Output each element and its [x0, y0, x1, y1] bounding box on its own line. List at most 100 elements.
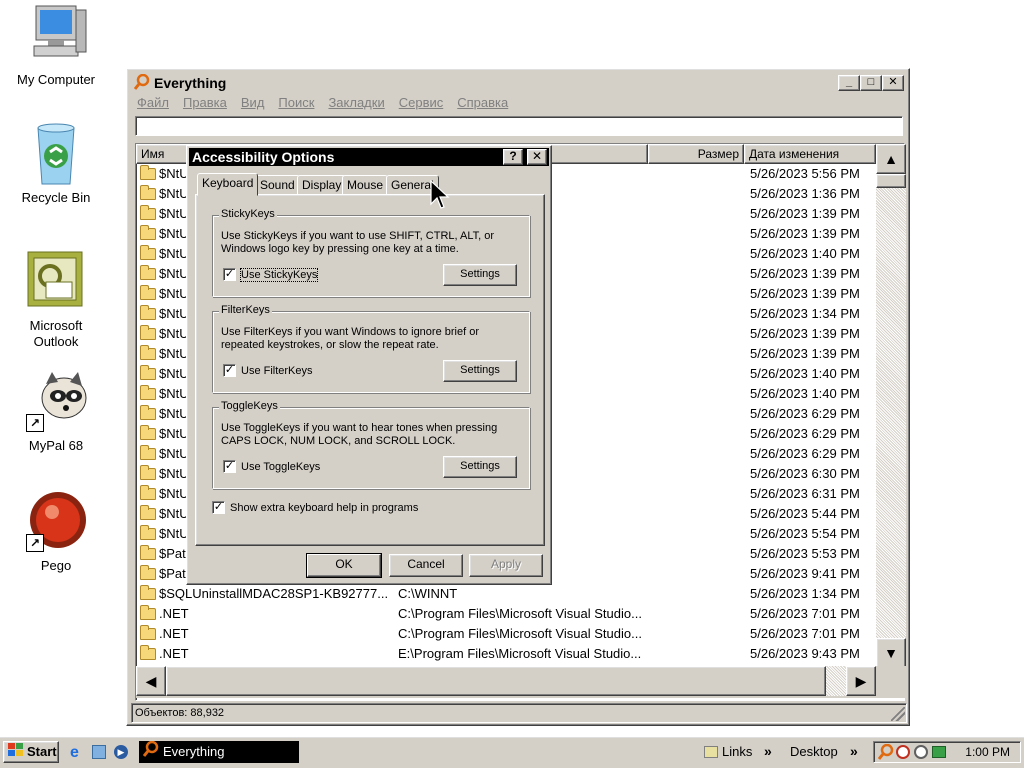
help-button[interactable]: ? — [503, 149, 523, 165]
table-row[interactable]: .NET C:\Program Files\Microsoft Visual St… — [136, 624, 876, 644]
folder-icon — [140, 445, 156, 460]
desktop-icon-label: Recycle Bin — [21, 190, 91, 205]
desktop-icon-label: My Computer — [16, 72, 96, 87]
use-stickykeys-checkbox[interactable]: ✓ Use StickyKeys — [223, 267, 319, 282]
row-name: .NET — [159, 626, 189, 641]
filterkeys-settings-button[interactable]: Settings — [443, 360, 517, 382]
use-togglekeys-label: Use ToggleKeys — [241, 460, 321, 473]
scroll-track[interactable] — [876, 188, 906, 638]
togglekeys-legend: ToggleKeys — [219, 400, 280, 412]
links-toolbar[interactable]: Links — [722, 744, 752, 759]
use-togglekeys-checkbox[interactable]: ✓ Use ToggleKeys — [223, 460, 320, 473]
togglekeys-description: Use ToggleKeys if you want to hear tones… — [221, 422, 498, 447]
row-date: 5/26/2023 1:39 PM — [750, 326, 860, 341]
stickykeys-settings-button[interactable]: Settings — [443, 264, 517, 286]
desktop-icon-pego[interactable]: ↗ Pego — [11, 490, 101, 574]
links-chevron-icon[interactable]: » — [764, 743, 772, 759]
menu-tools[interactable]: Сервис — [399, 95, 444, 110]
column-header-date[interactable]: Дата изменения — [744, 144, 876, 164]
row-name: $NtU — [159, 466, 189, 481]
row-name: $NtU — [159, 426, 189, 441]
scroll-down-button[interactable]: ▼ — [876, 638, 906, 668]
tab-display[interactable]: Display — [297, 175, 347, 195]
row-date: 5/26/2023 1:40 PM — [750, 366, 860, 381]
togglekeys-settings-button[interactable]: Settings — [443, 456, 517, 478]
ok-button[interactable]: OK — [307, 554, 381, 577]
checkbox-box[interactable]: ✓ — [212, 501, 225, 514]
vertical-scrollbar[interactable]: ▲ ▼ — [876, 144, 906, 668]
checkbox-box[interactable]: ✓ — [223, 364, 236, 377]
table-row[interactable]: .NET E:\Program Files\Microsoft Visual St… — [136, 644, 876, 664]
desktop-icon-mypal[interactable]: ↗ MyPal 68 — [11, 370, 101, 454]
apply-button[interactable]: Apply — [469, 554, 543, 577]
horizontal-scroll-track[interactable] — [826, 666, 846, 696]
desktop-chevron-icon[interactable]: » — [850, 743, 858, 759]
folder-icon — [140, 625, 156, 640]
outlook-icon — [24, 250, 88, 314]
start-button[interactable]: Start — [3, 741, 59, 763]
folder-icon — [140, 245, 156, 260]
tab-keyboard[interactable]: Keyboard — [197, 173, 259, 196]
title-bar[interactable]: Everything _ □ ✕ — [130, 72, 906, 94]
menu-help[interactable]: Справка — [457, 95, 508, 110]
row-name: $NtU — [159, 206, 189, 221]
desktop-toolbar[interactable]: Desktop — [790, 744, 838, 759]
folder-icon — [140, 645, 156, 660]
alarm-clock-tray-icon[interactable] — [896, 745, 910, 759]
folder-icon — [140, 605, 156, 620]
menu-bookmarks[interactable]: Закладки — [328, 95, 384, 110]
network-tray-icon[interactable] — [932, 746, 946, 758]
menu-search[interactable]: Поиск — [278, 95, 314, 110]
desktop-icon-label: Pego — [40, 558, 72, 573]
alarm-clock-2-tray-icon[interactable] — [914, 745, 928, 759]
menu-view[interactable]: Вид — [241, 95, 265, 110]
links-toolbar-icon — [704, 746, 718, 758]
horizontal-scroll-thumb[interactable] — [166, 666, 826, 696]
horizontal-scrollbar[interactable]: ◀ ▶ — [136, 666, 906, 698]
use-filterkeys-checkbox[interactable]: ✓ Use FilterKeys — [223, 364, 313, 377]
media-player-quicklaunch-icon[interactable]: ▶ — [114, 745, 128, 759]
dialog-close-button[interactable]: ✕ — [527, 149, 547, 165]
resize-grip-icon[interactable] — [891, 707, 905, 721]
menu-file[interactable]: Файл — [137, 95, 169, 110]
window-title: Everything — [154, 75, 227, 91]
scroll-left-button[interactable]: ◀ — [136, 666, 166, 696]
filterkeys-group: FilterKeys Use FilterKeys if you want Wi… — [212, 304, 530, 393]
checkbox-box[interactable]: ✓ — [223, 460, 236, 473]
table-row[interactable]: $SQLUninstallMDAC28SP1-KB92777... C:\WINN… — [136, 584, 876, 604]
extra-keyboard-help-checkbox[interactable]: ✓ Show extra keyboard help in programs — [212, 501, 418, 514]
row-date: 5/26/2023 5:44 PM — [750, 506, 860, 521]
row-name: $NtU — [159, 446, 189, 461]
row-name: .NET — [159, 646, 189, 661]
desktop-icon-my-computer[interactable]: My Computer — [11, 4, 101, 88]
tab-sound[interactable]: Sound — [255, 175, 300, 195]
column-header-size[interactable]: Размер — [648, 144, 744, 164]
desktop-icon-recycle-bin[interactable]: Recycle Bin — [11, 122, 101, 206]
row-date: 5/26/2023 7:01 PM — [750, 606, 860, 621]
dialog-title-bar[interactable]: Accessibility Options ? ✕ — [189, 148, 549, 166]
row-date: 5/26/2023 9:43 PM — [750, 646, 860, 661]
checkbox-box[interactable]: ✓ — [223, 268, 236, 281]
row-date: 5/26/2023 1:39 PM — [750, 226, 860, 241]
maximize-button[interactable]: □ — [860, 75, 882, 91]
row-name: $NtU — [159, 246, 189, 261]
filterkeys-description: Use FilterKeys if you want Windows to ig… — [221, 326, 479, 351]
ie-quicklaunch-icon[interactable]: e — [70, 744, 79, 762]
row-date: 5/26/2023 1:39 PM — [750, 286, 860, 301]
cancel-button[interactable]: Cancel — [389, 554, 463, 577]
minimize-button[interactable]: _ — [838, 75, 860, 91]
scroll-thumb[interactable] — [876, 174, 906, 188]
menu-edit[interactable]: Правка — [183, 95, 227, 110]
scroll-right-button[interactable]: ▶ — [846, 666, 876, 696]
search-input[interactable] — [135, 116, 903, 136]
everything-tray-icon[interactable] — [877, 743, 894, 766]
table-row[interactable]: .NET C:\Program Files\Microsoft Visual St… — [136, 604, 876, 624]
scroll-up-button[interactable]: ▲ — [876, 144, 906, 174]
taskbar-button-everything[interactable]: Everything — [139, 740, 299, 763]
outlook-express-quicklaunch-icon[interactable] — [92, 745, 106, 759]
clock[interactable]: 1:00 PM — [965, 742, 1010, 762]
tab-mouse[interactable]: Mouse — [342, 175, 389, 195]
close-button[interactable]: ✕ — [882, 75, 904, 91]
desktop-icon-outlook[interactable]: Microsoft Outlook — [11, 250, 101, 350]
row-date: 5/26/2023 1:34 PM — [750, 586, 860, 601]
